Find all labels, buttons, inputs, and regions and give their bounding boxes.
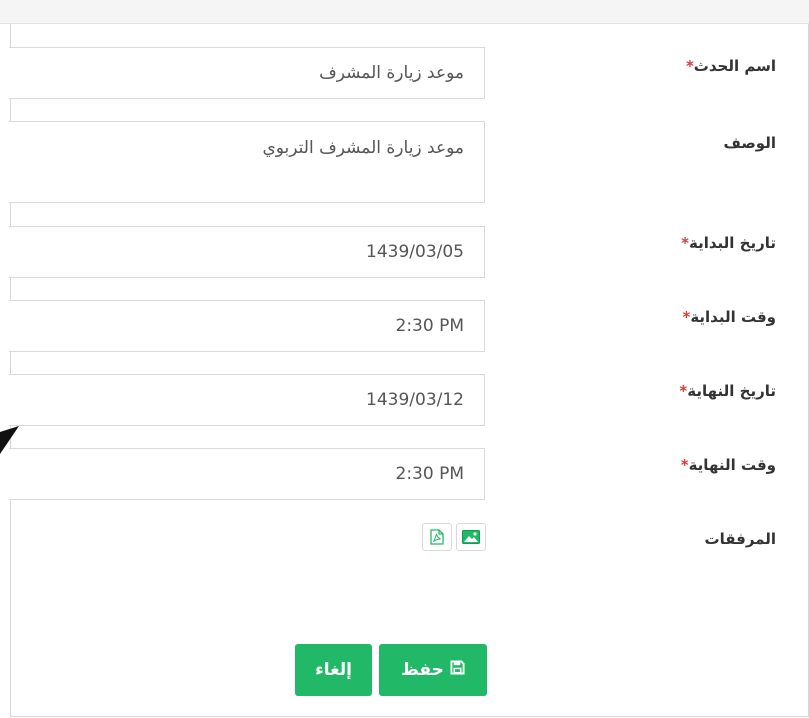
- required-mark: *: [685, 57, 694, 75]
- required-mark: *: [681, 234, 689, 252]
- mouse-cursor-icon: [0, 424, 20, 458]
- attachments-label: المرفقات: [704, 530, 776, 548]
- form-panel: اسم الحدث* موعد زيارة المشرف الوصف موعد …: [9, 24, 809, 717]
- cancel-button[interactable]: إلغاء: [295, 644, 372, 696]
- start-date-input[interactable]: 1439/03/05: [9, 226, 485, 278]
- start-date-value: 1439/03/05: [366, 242, 464, 262]
- start-time-label: وقت البداية*: [682, 308, 776, 326]
- attachments-icons: [422, 523, 486, 551]
- image-icon[interactable]: [456, 523, 486, 551]
- description-textarea[interactable]: موعد زيارة المشرف التربوي: [9, 121, 485, 203]
- end-date-label: تاريخ النهاية*: [679, 382, 776, 400]
- description-label: الوصف: [723, 134, 776, 152]
- cancel-label: إلغاء: [315, 660, 352, 680]
- end-date-input[interactable]: 1439/03/12: [9, 374, 485, 426]
- start-time-input[interactable]: 2:30 PM: [9, 300, 485, 352]
- end-time-value: 2:30 PM: [395, 464, 465, 484]
- event-form-page: اسم الحدث* موعد زيارة المشرف الوصف موعد …: [0, 0, 809, 718]
- start-time-value: 2:30 PM: [395, 316, 465, 336]
- required-mark: *: [680, 456, 689, 474]
- end-date-value: 1439/03/12: [366, 390, 464, 410]
- event-name-label: اسم الحدث*: [685, 57, 776, 75]
- description-value: موعد زيارة المشرف التربوي: [262, 138, 464, 158]
- save-button[interactable]: حفظ: [379, 644, 487, 696]
- save-icon: [450, 660, 465, 680]
- end-time-input[interactable]: 2:30 PM: [9, 448, 485, 500]
- event-name-value: موعد زيارة المشرف: [319, 63, 464, 83]
- end-time-label: وقت النهاية*: [680, 456, 776, 474]
- event-name-input[interactable]: موعد زيارة المشرف: [9, 47, 485, 99]
- pdf-icon[interactable]: [422, 523, 452, 551]
- save-label: حفظ: [401, 660, 444, 680]
- start-date-label: تاريخ البداية*: [681, 234, 776, 252]
- top-strip: [0, 0, 809, 24]
